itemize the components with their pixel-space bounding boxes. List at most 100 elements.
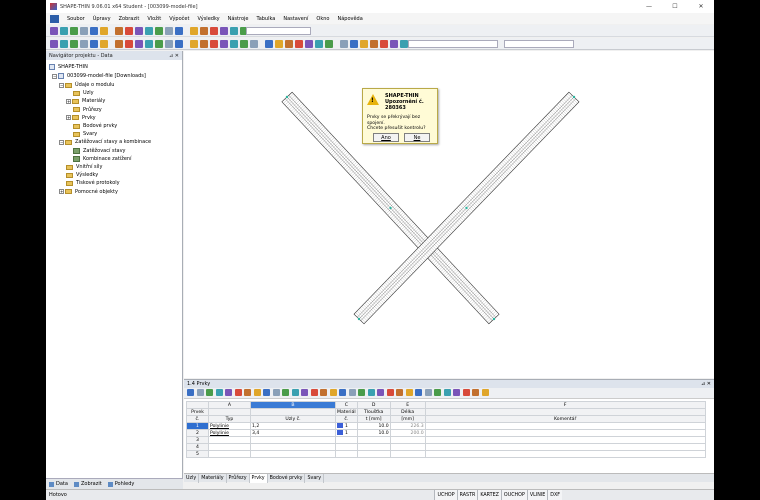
toolbar-icon[interactable] [210, 27, 218, 35]
tree-item[interactable]: − Zatěžovací stavy a kombinace [59, 138, 151, 146]
table-tab[interactable]: Svary [305, 473, 325, 483]
tree-item[interactable]: Svary [66, 130, 97, 138]
toolbar-icon[interactable] [200, 40, 208, 48]
tree-item[interactable]: Uzly [66, 89, 94, 97]
tree-item[interactable]: + Materiály [66, 97, 105, 105]
toolbar-icon[interactable] [295, 40, 303, 48]
status-toggle[interactable]: VLINIE [526, 490, 548, 500]
table-toolbar-icon[interactable] [234, 389, 242, 396]
toolbar-icon[interactable] [200, 27, 208, 35]
toolbar-icon[interactable] [80, 40, 88, 48]
toolbar-icon[interactable] [175, 27, 183, 35]
menu-window[interactable]: Okno [312, 16, 333, 22]
table-row[interactable]: 4 [186, 443, 706, 451]
toolbar-icon[interactable] [400, 40, 408, 48]
toolbar-icon[interactable] [325, 40, 333, 48]
status-toggle[interactable]: RASTR [456, 490, 478, 500]
toolbar-icon[interactable] [230, 40, 238, 48]
table-toolbar-icon[interactable] [310, 389, 318, 396]
table-toolbar-icon[interactable] [348, 389, 356, 396]
table-toolbar-icon[interactable] [272, 389, 280, 396]
menu-insert[interactable]: Vložit [143, 16, 165, 22]
table-toolbar-icon[interactable] [386, 389, 394, 396]
toolbar-icon[interactable] [145, 40, 153, 48]
toolbar-icon[interactable] [175, 40, 183, 48]
status-toggle[interactable]: UCHOP [434, 490, 457, 500]
table-toolbar-icon[interactable] [434, 389, 441, 396]
toolbar-icon[interactable] [125, 27, 133, 35]
tree-item[interactable]: − Údaje o modulu [59, 81, 114, 89]
table-toolbar-icon[interactable] [367, 389, 375, 396]
toolbar-icon[interactable] [360, 40, 368, 48]
toolbar-icon[interactable] [230, 27, 238, 35]
node-point[interactable] [389, 206, 392, 210]
status-toggle[interactable]: KARTEZ [477, 490, 501, 500]
toolbar-icon[interactable] [165, 27, 173, 35]
toolbar-icon[interactable] [100, 27, 108, 35]
maximize-button[interactable]: ☐ [662, 0, 688, 13]
nav-tab-views[interactable]: Pohledy [105, 481, 138, 487]
toolbar-icon[interactable] [115, 40, 123, 48]
toolbar-icon[interactable] [390, 40, 398, 48]
tree-item[interactable]: Vnitřní síly [59, 163, 102, 171]
table-toolbar-icon[interactable] [481, 389, 489, 396]
table-row[interactable]: 5 [186, 450, 706, 458]
filter-dropdown[interactable] [408, 40, 498, 48]
toolbar-icon[interactable] [100, 40, 108, 48]
document-menu-icon[interactable] [50, 14, 59, 23]
table-toolbar-icon[interactable] [462, 389, 470, 396]
toolbar-icon[interactable] [70, 27, 78, 35]
table-toolbar-icon[interactable] [215, 389, 223, 396]
toolbar-icon[interactable] [285, 40, 293, 48]
table-toolbar-icon[interactable] [244, 389, 251, 396]
toolbar-icon[interactable] [315, 40, 323, 48]
table-row[interactable]: 3 [186, 436, 706, 444]
tree-item[interactable]: Bodové prvky [66, 122, 117, 130]
table-toolbar-icon[interactable] [206, 389, 213, 396]
yes-button[interactable]: Ano [373, 133, 399, 142]
menu-edit[interactable]: Úpravy [89, 16, 115, 22]
minimize-button[interactable]: — [636, 0, 662, 13]
toolbar-icon[interactable] [190, 40, 198, 48]
menu-file[interactable]: Soubor [63, 16, 89, 22]
status-toggle[interactable]: DXF [547, 490, 562, 500]
section-drawing[interactable] [184, 51, 714, 378]
table-tab[interactable]: Materiály [199, 473, 227, 483]
toolbar-icon[interactable] [265, 40, 273, 48]
toolbar-icon[interactable] [305, 40, 313, 48]
table-toolbar-icon[interactable] [301, 389, 308, 396]
collapse-icon[interactable]: − [59, 139, 64, 145]
table-toolbar-icon[interactable] [405, 389, 413, 396]
table-row[interactable]: 1 Polylinie 1,2 1 10.0 226.3 [186, 422, 706, 430]
table-toolbar-icon[interactable] [282, 389, 289, 396]
toolbar-icon[interactable] [135, 40, 143, 48]
toolbar-icon[interactable] [220, 40, 228, 48]
table-toolbar-icon[interactable] [291, 389, 299, 396]
toolbar-icon[interactable] [60, 40, 68, 48]
expand-icon[interactable]: + [66, 98, 71, 104]
table-toolbar-icon[interactable] [358, 389, 365, 396]
graphics-workspace[interactable] [184, 51, 714, 378]
toolbar-icon[interactable] [145, 27, 153, 35]
expand-icon[interactable]: + [59, 189, 64, 195]
menu-help[interactable]: Nápověda [333, 16, 366, 22]
tree-model[interactable]: −003099-model-file [Downloads] [52, 72, 146, 80]
navigator-controls[interactable]: ⊿ ✕ [169, 53, 179, 59]
table-toolbar-icon[interactable] [329, 389, 337, 396]
toolbar-icon[interactable] [80, 27, 88, 35]
toolbar-icon[interactable] [60, 27, 68, 35]
table-panel-controls[interactable]: ⊿ ✕ [701, 381, 711, 387]
tree-item[interactable]: + Pomocné objekty [59, 188, 118, 196]
toolbar-icon[interactable] [70, 40, 78, 48]
tree-item[interactable]: Výsledky [59, 171, 98, 179]
menu-view[interactable]: Zobrazit [115, 16, 144, 22]
toolbar-icon[interactable] [125, 40, 133, 48]
tree-item[interactable]: Průřezy [66, 106, 102, 114]
toolbar-icon[interactable] [50, 27, 58, 35]
no-button[interactable]: Ne [404, 133, 430, 142]
toolbar-icon[interactable] [220, 27, 228, 35]
nav-tab-display[interactable]: Zobrazit [71, 481, 105, 487]
toolbar-icon[interactable] [380, 40, 388, 48]
toolbar-icon[interactable] [165, 40, 173, 48]
toolbar-icon[interactable] [370, 40, 378, 48]
